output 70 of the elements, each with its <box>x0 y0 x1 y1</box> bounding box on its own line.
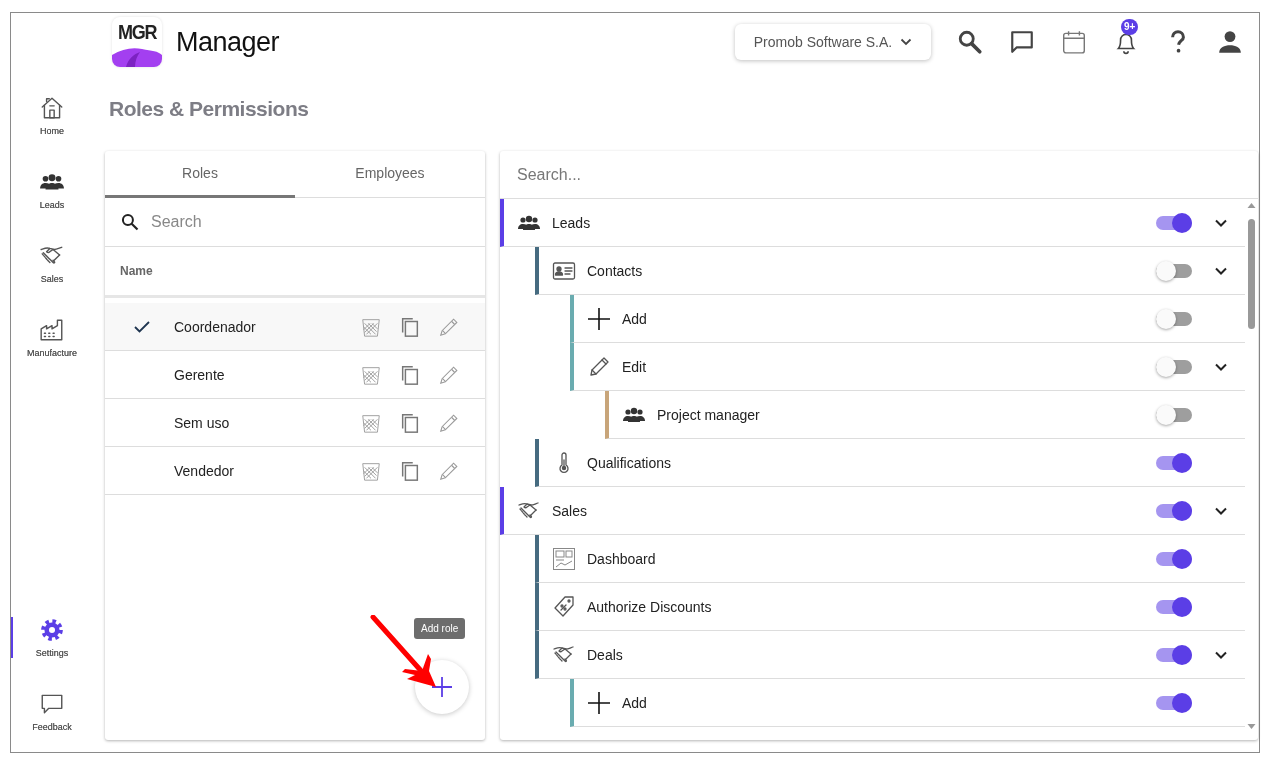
dashboard-icon <box>552 546 576 571</box>
role-row[interactable]: Sem uso <box>105 399 485 447</box>
check-icon <box>133 320 150 333</box>
copy-icon[interactable] <box>399 315 421 338</box>
copy-icon[interactable] <box>399 363 421 386</box>
permission-label: Add <box>622 694 648 711</box>
toggle-switch[interactable] <box>1156 308 1192 329</box>
copy-icon[interactable] <box>399 411 421 434</box>
permission-label: Project manager <box>657 406 761 423</box>
toggle-switch[interactable] <box>1156 500 1192 521</box>
plus-icon <box>587 690 611 715</box>
pencil-icon[interactable] <box>438 363 460 386</box>
role-row[interactable]: Gerente <box>105 351 485 399</box>
permission-label: Deals <box>587 646 624 663</box>
search-field[interactable]: Search... <box>515 164 1258 185</box>
pencil-icon[interactable] <box>438 411 460 434</box>
nav-item[interactable]: Home <box>11 95 91 136</box>
permission-label: Leads <box>552 214 592 231</box>
house-icon <box>39 95 65 121</box>
nav-item[interactable]: Manufacture <box>11 317 91 358</box>
role-name: Gerente <box>174 366 226 383</box>
chat-icon[interactable] <box>1009 29 1035 55</box>
role-name: Sem uso <box>174 414 231 431</box>
toggle-switch[interactable] <box>1156 356 1192 377</box>
tag-icon <box>552 594 576 619</box>
tooltip: Add role <box>414 618 466 639</box>
column-header: Name <box>120 264 153 278</box>
toggle-switch[interactable] <box>1156 596 1192 617</box>
nav-item[interactable]: Sales <box>11 243 91 284</box>
toggle-switch[interactable] <box>1156 692 1192 713</box>
search-icon <box>120 212 140 232</box>
company-dropdown[interactable]: Promob Software S.A. <box>735 24 931 60</box>
role-row[interactable]: Vendedor <box>105 447 485 495</box>
copy-icon[interactable] <box>399 459 421 482</box>
tab[interactable]: Roles <box>105 151 295 198</box>
notification-badge: 9+ <box>1121 19 1139 35</box>
permission-label: Add <box>622 310 648 327</box>
tab[interactable]: Employees <box>295 151 485 198</box>
permission-label: Authorize Discounts <box>587 598 713 615</box>
search-icon[interactable] <box>957 29 983 55</box>
role-name: Vendedor <box>174 462 235 479</box>
plus-icon <box>587 306 611 331</box>
toggle-switch[interactable] <box>1156 452 1192 473</box>
calendar-icon[interactable] <box>1061 29 1087 55</box>
toggle-switch[interactable] <box>1156 644 1192 665</box>
wave-icon <box>112 47 162 67</box>
chevron-down-icon <box>900 38 913 46</box>
plus-icon <box>430 675 454 699</box>
nav-item[interactable]: Leads <box>11 169 91 210</box>
permission-label: Sales <box>552 502 589 519</box>
nav-item[interactable]: Feedback <box>11 691 91 732</box>
permission-label: Contacts <box>587 262 644 279</box>
role-row[interactable]: Coordenador <box>105 303 485 351</box>
logo-text: MGR <box>118 21 156 43</box>
user-icon[interactable] <box>1217 29 1243 55</box>
permission-label: Qualifications <box>587 454 673 471</box>
pencil-icon[interactable] <box>438 459 460 482</box>
toggle-switch[interactable] <box>1156 548 1192 569</box>
toggle-switch[interactable] <box>1156 404 1192 425</box>
role-name: Coordenador <box>174 318 257 335</box>
page-title: Roles & Permissions <box>109 97 309 121</box>
search-field[interactable]: Search <box>149 212 485 232</box>
toggle-switch[interactable] <box>1156 260 1192 281</box>
factory-icon <box>39 317 65 343</box>
app-name: Manager <box>176 26 280 58</box>
settings-icon <box>39 617 65 643</box>
permission-label: Dashboard <box>587 550 657 567</box>
toggle-switch[interactable] <box>1156 212 1192 233</box>
permission-label: Edit <box>622 358 648 375</box>
nav-item[interactable]: Settings <box>11 617 91 658</box>
